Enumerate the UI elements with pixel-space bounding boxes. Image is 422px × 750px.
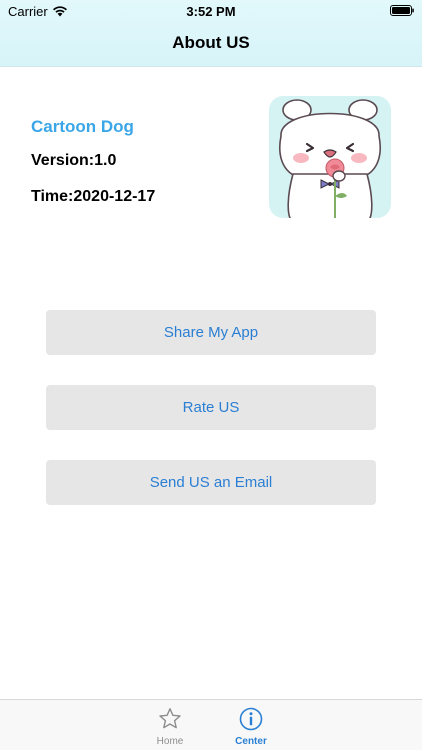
star-icon [159, 708, 181, 729]
rate-us-button[interactable]: Rate US [46, 385, 376, 430]
header: Carrier 3:52 PM About US [0, 0, 422, 67]
app-version: Version:1.0 [31, 152, 117, 169]
tab-home[interactable]: Home [135, 700, 205, 750]
info-icon [239, 707, 263, 731]
share-app-button[interactable]: Share My App [46, 310, 376, 355]
tab-center-label: Center [235, 736, 267, 747]
tab-bar: Home Center [0, 699, 422, 750]
battery-icon [390, 5, 414, 16]
app-release-date: Time:2020-12-17 [31, 188, 156, 205]
tab-home-label: Home [156, 736, 184, 747]
send-email-button[interactable]: Send US an Email [46, 460, 376, 505]
status-time: 3:52 PM [186, 4, 236, 19]
page-title: About US [172, 33, 250, 52]
app-name: Cartoon Dog [31, 117, 134, 136]
about-screen: Carrier 3:52 PM About US Cartoon Dog Ver… [0, 0, 422, 750]
status-bar: Carrier 3:52 PM [0, 0, 422, 22]
cartoon-bear-with-rose-icon [269, 96, 391, 218]
tab-center[interactable]: Center [216, 700, 286, 750]
